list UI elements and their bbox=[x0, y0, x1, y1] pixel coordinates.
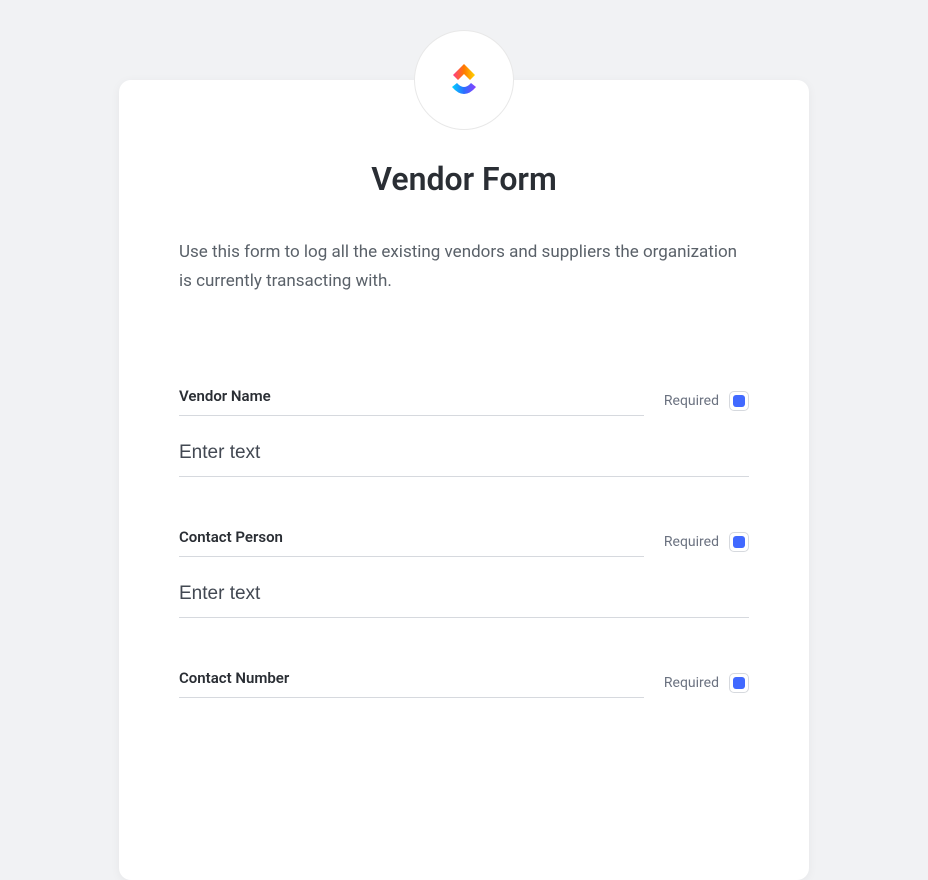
field-label: Contact Person bbox=[179, 528, 283, 546]
field-header: Contact Person Required bbox=[179, 527, 749, 557]
field-header: Contact Number Required bbox=[179, 668, 749, 698]
required-label: Required bbox=[664, 534, 719, 550]
form-card: Vendor Form Use this form to log all the… bbox=[119, 80, 809, 880]
required-toggle: Required bbox=[664, 532, 749, 552]
required-toggle: Required bbox=[664, 391, 749, 411]
clickup-logo-icon bbox=[439, 55, 489, 105]
checkbox-checked-icon bbox=[733, 395, 745, 407]
required-checkbox[interactable] bbox=[729, 532, 749, 552]
required-checkbox[interactable] bbox=[729, 673, 749, 693]
field-label-wrap[interactable]: Contact Person bbox=[179, 527, 644, 557]
required-label: Required bbox=[664, 675, 719, 691]
field-label: Vendor Name bbox=[179, 387, 271, 405]
field-header: Vendor Name Required bbox=[179, 386, 749, 416]
field-contact-number: Contact Number Required bbox=[179, 618, 749, 698]
logo-badge bbox=[414, 30, 514, 130]
field-vendor-name: Vendor Name Required bbox=[179, 336, 749, 477]
field-label: Contact Number bbox=[179, 669, 289, 687]
field-label-wrap[interactable]: Vendor Name bbox=[179, 386, 644, 416]
required-checkbox[interactable] bbox=[729, 391, 749, 411]
vendor-name-input[interactable] bbox=[179, 442, 749, 464]
checkbox-checked-icon bbox=[733, 536, 745, 548]
required-toggle: Required bbox=[664, 673, 749, 693]
field-label-wrap[interactable]: Contact Number bbox=[179, 668, 644, 698]
form-description: Use this form to log all the existing ve… bbox=[179, 238, 749, 336]
contact-person-input[interactable] bbox=[179, 583, 749, 605]
required-label: Required bbox=[664, 393, 719, 409]
field-input-wrap bbox=[179, 424, 749, 477]
field-input-wrap bbox=[179, 565, 749, 618]
checkbox-checked-icon bbox=[733, 677, 745, 689]
field-contact-person: Contact Person Required bbox=[179, 477, 749, 618]
